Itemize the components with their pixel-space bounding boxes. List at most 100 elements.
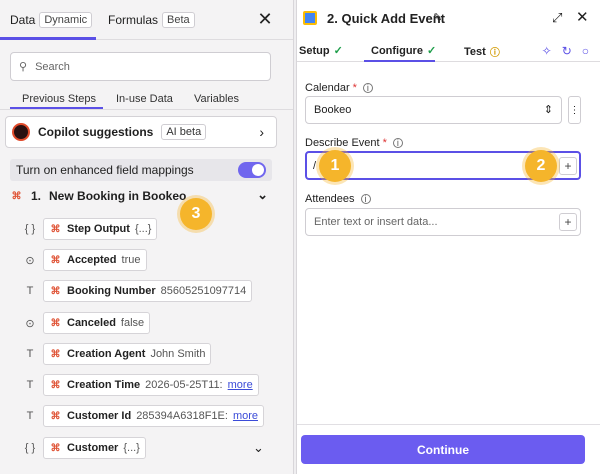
search-placeholder: Search xyxy=(35,60,70,73)
tab-test[interactable]: Test ⓘ xyxy=(464,44,500,60)
step-badge-3: 3 xyxy=(180,198,212,230)
step-badge-2: 2 xyxy=(525,150,557,182)
app-root: Data Dynamic Formulas Beta ✕ ⚲ Search Pr… xyxy=(0,0,600,474)
bookeo-icon: ⌘ xyxy=(50,317,61,329)
field-chip[interactable]: ⌘ Customer {...} xyxy=(43,437,146,459)
describe-event-value: / xyxy=(313,159,317,172)
chevron-down-icon[interactable]: ⌄ xyxy=(257,187,268,203)
tab-in-use-data[interactable]: In-use Data xyxy=(116,93,173,105)
close-icon[interactable]: ✕ xyxy=(256,10,274,28)
attendees-label: Attendees xyxy=(305,193,355,205)
field-chip[interactable]: ⌘ Step Output {...} xyxy=(43,218,158,240)
field-value: {...} xyxy=(123,442,140,454)
close-icon[interactable]: ✕ xyxy=(576,8,589,26)
field-name: Customer Id xyxy=(67,410,132,422)
search-icon: ⚲ xyxy=(19,61,28,73)
enhanced-mappings-toggle[interactable] xyxy=(238,162,266,178)
beta-badge: Beta xyxy=(162,12,195,28)
required-marker: * xyxy=(352,82,357,94)
field-value: 85605251097714 xyxy=(160,285,247,297)
boolean-type-icon: ⊙ xyxy=(25,317,35,330)
tab-formulas-label: Formulas xyxy=(108,13,159,27)
chevron-down-icon[interactable]: ⌄ xyxy=(253,440,264,456)
object-type-icon: { } xyxy=(24,442,36,454)
tab-data-label: Data xyxy=(10,13,36,27)
check-icon: ✓ xyxy=(333,45,343,57)
step-title: New Booking in Bookeo xyxy=(49,189,187,203)
copilot-icon xyxy=(12,123,30,141)
field-name: Canceled xyxy=(67,317,116,329)
field-value: false xyxy=(120,317,145,329)
field-chip[interactable]: ⌘ Customer Id 285394A6318F1E: more xyxy=(43,405,264,427)
bookeo-icon: ⌘ xyxy=(50,254,61,266)
chevron-right-icon: › xyxy=(259,124,264,140)
field-customer[interactable]: { } ⌘ Customer {...} xyxy=(20,437,146,459)
insert-data-button[interactable]: + xyxy=(559,213,577,231)
tab-formulas[interactable]: Formulas Beta xyxy=(108,12,195,28)
info-icon[interactable]: i xyxy=(362,83,373,93)
enhanced-mappings-row: Turn on enhanced field mappings xyxy=(10,159,272,181)
field-customer-id[interactable]: T ⌘ Customer Id 285394A6318F1E: more xyxy=(20,405,264,427)
object-type-icon: { } xyxy=(24,223,36,235)
step-badge-1: 1 xyxy=(319,150,351,182)
field-name: Creation Time xyxy=(67,379,141,391)
pencil-icon[interactable]: ✎ xyxy=(433,11,442,24)
bookeo-icon: ⌘ xyxy=(11,190,22,202)
field-creation-time[interactable]: T ⌘ Creation Time 2026-05-25T11: more xyxy=(20,374,259,396)
field-canceled[interactable]: ⊙ ⌘ Canceled false xyxy=(20,312,151,334)
field-chip[interactable]: ⌘ Creation Agent John Smith xyxy=(43,343,212,365)
more-options-button[interactable]: ⋮ xyxy=(568,96,581,124)
bookeo-icon: ⌘ xyxy=(50,285,61,297)
copilot-suggestions[interactable]: Copilot suggestions AI beta › xyxy=(5,116,277,148)
refresh-icon[interactable]: ↻ xyxy=(562,44,572,58)
field-name: Booking Number xyxy=(67,285,156,297)
info-icon[interactable]: i xyxy=(360,194,371,204)
enhanced-mappings-label: Turn on enhanced field mappings xyxy=(16,163,194,177)
field-name: Creation Agent xyxy=(67,348,146,360)
continue-button[interactable]: Continue xyxy=(301,435,585,464)
calendar-label: Calendar xyxy=(305,82,350,94)
describe-event-label-row: Describe Event * i xyxy=(305,137,403,149)
insert-data-button[interactable]: + xyxy=(559,157,577,175)
sparkle-icon[interactable]: ✧ xyxy=(542,44,552,58)
bookeo-icon: ⌘ xyxy=(50,348,61,360)
field-chip[interactable]: ⌘ Canceled false xyxy=(43,312,151,334)
tab-data[interactable]: Data Dynamic xyxy=(10,12,93,28)
calendar-select[interactable]: Bookeo ⇕ xyxy=(305,96,562,124)
active-subtab-indicator xyxy=(10,107,103,109)
tab-setup[interactable]: Setup ✓ xyxy=(299,44,343,58)
more-link[interactable]: more xyxy=(233,410,258,422)
warning-icon: ⓘ xyxy=(489,48,500,59)
field-chip[interactable]: ⌘ Creation Time 2026-05-25T11: more xyxy=(43,374,259,396)
info-icon[interactable]: i xyxy=(392,138,403,148)
field-creation-agent[interactable]: T ⌘ Creation Agent John Smith xyxy=(20,343,212,365)
comment-icon[interactable]: ○ xyxy=(582,44,589,58)
field-step-output[interactable]: { } ⌘ Step Output {...} xyxy=(20,218,158,240)
select-caret-icon: ⇕ xyxy=(543,104,553,116)
copilot-label: Copilot suggestions xyxy=(38,125,154,139)
tab-configure[interactable]: Configure ✓ xyxy=(371,44,436,58)
describe-event-label: Describe Event xyxy=(305,137,380,149)
field-accepted[interactable]: ⊙ ⌘ Accepted true xyxy=(20,249,147,271)
tab-previous-steps[interactable]: Previous Steps xyxy=(22,93,96,105)
attendees-input[interactable]: Enter text or insert data... xyxy=(305,208,581,236)
dynamic-badge: Dynamic xyxy=(39,12,93,28)
step-header[interactable]: ⌘ 1. New Booking in Bookeo ⌄ xyxy=(10,187,272,205)
action-title: 2. Quick Add Event xyxy=(327,11,445,26)
tab-variables[interactable]: Variables xyxy=(194,93,239,105)
action-toolbar: ✧ ↻ ○ xyxy=(542,44,589,58)
field-booking-number[interactable]: T ⌘ Booking Number 85605251097714 xyxy=(20,280,253,302)
sub-tabs: Previous Steps In-use Data Variables xyxy=(0,88,293,110)
action-footer: Continue xyxy=(297,424,600,474)
field-chip[interactable]: ⌘ Booking Number 85605251097714 xyxy=(43,280,253,302)
expand-icon[interactable]: ⤢ xyxy=(552,10,562,26)
field-value: 2026-05-25T11: xyxy=(145,379,223,391)
text-type-icon: T xyxy=(26,410,34,422)
tab-test-label: Test xyxy=(464,45,486,58)
more-link[interactable]: more xyxy=(228,379,253,391)
step-number: 1. xyxy=(31,189,42,203)
field-chip[interactable]: ⌘ Accepted true xyxy=(43,249,147,271)
field-name: Customer xyxy=(67,442,119,454)
active-tab-indicator xyxy=(0,37,96,40)
search-input[interactable]: ⚲ Search xyxy=(10,52,271,81)
